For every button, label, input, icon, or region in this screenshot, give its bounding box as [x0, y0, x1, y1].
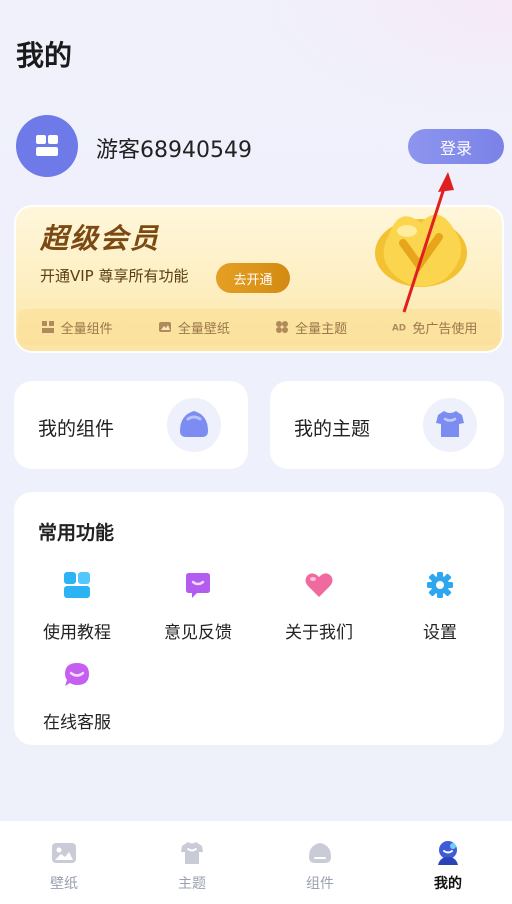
- wallpaper-icon: [52, 843, 76, 863]
- customer-service-icon: [65, 663, 89, 686]
- vip-feature-label: 全量壁纸: [177, 321, 230, 337]
- function-settings[interactable]: 设置: [390, 570, 490, 650]
- nav-item-wallpaper[interactable]: 壁纸: [0, 821, 128, 904]
- avatar[interactable]: [16, 115, 78, 177]
- function-feedback[interactable]: 意见反馈: [148, 570, 248, 650]
- username: 游客68940549: [96, 138, 252, 163]
- vip-coin-icon: [375, 214, 467, 287]
- function-label: 使用教程: [43, 623, 111, 643]
- vip-feature-label: 全量组件: [60, 321, 113, 337]
- function-customer-service[interactable]: 在线客服: [27, 660, 127, 740]
- common-functions-title: 常用功能: [38, 522, 115, 544]
- feedback-icon: [186, 573, 210, 598]
- profile-icon: [438, 841, 458, 865]
- tshirt-icon: [181, 842, 203, 864]
- vip-features-bar: 全量组件 全量壁纸 全量主题 AD 免广告使用: [18, 309, 500, 345]
- vip-feature-widgets: 全量组件: [41, 318, 113, 337]
- widget-icon: [309, 843, 331, 863]
- function-label: 设置: [423, 623, 457, 643]
- nav-item-widget[interactable]: 组件: [256, 821, 384, 904]
- background-tint: [252, 0, 512, 120]
- vip-feature-no-ads: AD 免广告使用: [392, 318, 477, 337]
- login-button[interactable]: 登录: [408, 129, 504, 164]
- svg-text:AD: AD: [392, 324, 406, 334]
- nav-label: 主题: [178, 876, 206, 892]
- nav-item-theme[interactable]: 主题: [128, 821, 256, 904]
- widget-blob-icon: [167, 398, 221, 452]
- page-title: 我的: [16, 39, 73, 72]
- vip-card[interactable]: 超级会员 开通VIP 尊享所有功能 去开通 全量组件 全量壁纸 全量主题 AD …: [14, 205, 504, 353]
- nav-label: 组件: [306, 876, 334, 892]
- settings-gear-icon: [427, 572, 453, 598]
- common-functions-card: 常用功能 使用教程 意见反馈 关于我们 设置 在线客服: [14, 492, 504, 745]
- nav-item-mine[interactable]: 我的: [384, 821, 512, 904]
- nav-label: 我的: [434, 876, 462, 892]
- function-label: 关于我们: [285, 623, 353, 643]
- ad-icon: AD: [392, 324, 406, 334]
- vip-title: 超级会员: [40, 222, 161, 255]
- my-themes-label: 我的主题: [294, 418, 371, 440]
- theme-icon: [276, 321, 289, 333]
- function-tutorial[interactable]: 使用教程: [27, 570, 127, 650]
- avatar-icon: [36, 135, 58, 156]
- my-widgets-label: 我的组件: [38, 418, 115, 440]
- vip-feature-label: 全量主题: [295, 321, 348, 337]
- function-label: 在线客服: [43, 713, 111, 733]
- bottom-navigation: 壁纸 主题 组件 我的: [0, 821, 512, 904]
- tutorial-icon: [64, 572, 90, 598]
- vip-feature-wallpapers: 全量壁纸: [158, 318, 230, 337]
- heart-icon: [305, 573, 333, 597]
- wallpaper-icon: [158, 322, 171, 332]
- vip-feature-label: 免广告使用: [412, 321, 478, 337]
- function-about-us[interactable]: 关于我们: [269, 570, 369, 650]
- tshirt-icon: [423, 398, 477, 452]
- widget-icon: [41, 321, 54, 333]
- vip-feature-themes: 全量主题: [275, 318, 347, 337]
- my-themes-card[interactable]: 我的主题: [270, 381, 504, 469]
- my-widgets-card[interactable]: 我的组件: [14, 381, 248, 469]
- nav-label: 壁纸: [50, 876, 78, 892]
- function-label: 意见反馈: [164, 623, 232, 643]
- vip-open-button[interactable]: 去开通: [216, 263, 290, 293]
- vip-subtitle: 开通VIP 尊享所有功能: [40, 267, 189, 285]
